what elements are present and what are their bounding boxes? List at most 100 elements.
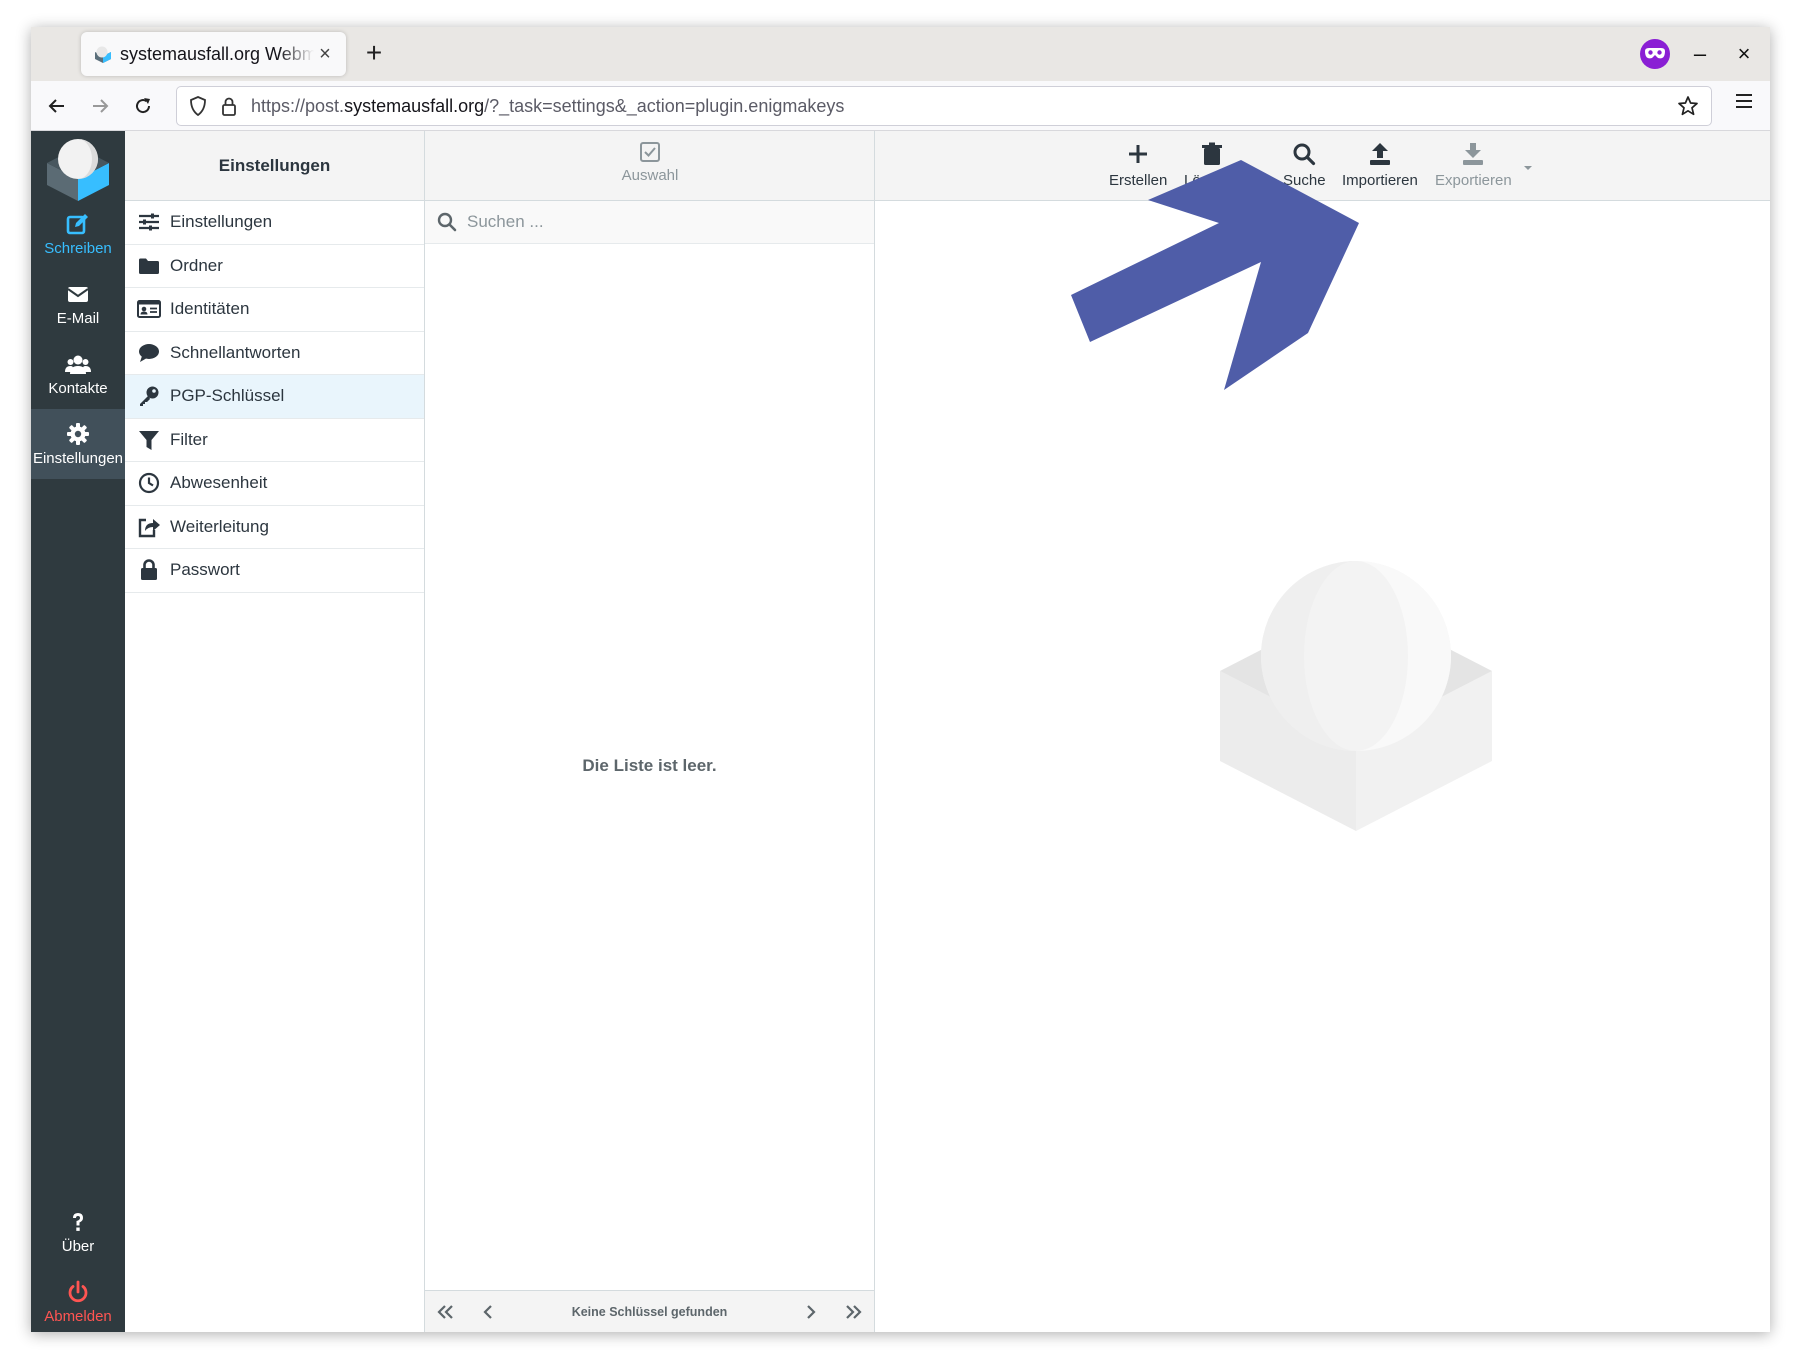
double-chevron-right-icon [846,1304,862,1319]
next-page-button[interactable] [790,1291,832,1333]
settings-item-label: Ordner [170,255,223,275]
forward-button[interactable] [84,90,116,122]
pagination-bar: Keine Schlüssel gefunden [425,1290,874,1332]
settings-item-responses[interactable]: Schnellantworten [125,332,424,375]
task-logout-label: Abmelden [44,1308,112,1325]
url-path: /?_task=settings&_action=plugin.enigmake… [484,95,845,116]
settings-item-password[interactable]: Passwort [125,549,424,593]
folder-icon [137,255,161,277]
close-window-button[interactable]: × [1730,41,1758,67]
arrow-right-icon [93,99,109,113]
private-browsing-mask-icon [1640,39,1670,69]
browser-tabbar: systemausfall.org Webmail × + – × [31,27,1770,81]
minimize-button[interactable]: – [1686,41,1714,67]
window-controls: – × [1640,37,1758,71]
keys-searchbar [425,201,874,244]
task-menu: Schreiben E-Mail Kontakte Einstellungen … [31,131,125,1332]
key-icon [137,385,161,407]
task-compose[interactable]: Schreiben [31,199,125,269]
export-dropdown-icon[interactable] [1522,164,1534,172]
reload-button[interactable] [127,90,159,122]
settings-item-label: Passwort [170,560,240,580]
id-card-icon [137,298,161,320]
settings-item-preferences[interactable]: Einstellungen [125,201,424,245]
settings-item-label: PGP-Schlüssel [170,386,285,406]
compose-icon [66,214,88,235]
settings-item-vacation[interactable]: Abwesenheit [125,462,424,506]
settings-sidebar: Einstellungen Einstellungen Ordner Ident… [125,131,425,1332]
url-bar[interactable]: https://post.systemausfall.org/?_task=se… [176,86,1712,126]
chevron-right-icon [807,1304,816,1319]
keys-list-header: Auswahl [425,131,874,201]
power-icon [68,1280,88,1303]
settings-item-forwarding[interactable]: Weiterleitung [125,506,424,549]
settings-item-label: Weiterleitung [170,516,269,536]
task-about[interactable]: Über [31,1197,125,1267]
settings-item-pgp-keys[interactable]: PGP-Schlüssel [125,375,424,419]
browser-tab[interactable]: systemausfall.org Webmail × [81,32,346,76]
filter-icon [137,429,161,451]
shield-icon [190,96,206,116]
new-tab-button[interactable]: + [357,37,391,71]
first-page-button[interactable] [425,1291,467,1333]
tab-close-icon[interactable]: × [314,43,336,66]
upload-icon [1369,143,1390,165]
reload-icon [136,98,151,114]
tab-title: systemausfall.org Webmail [120,43,314,64]
envelope-icon [67,287,89,302]
settings-item-label: Abwesenheit [170,473,268,493]
back-button[interactable] [41,90,73,122]
previous-page-button[interactable] [467,1291,509,1333]
download-icon [1463,143,1484,165]
task-mail-label: E-Mail [56,310,100,327]
task-contacts[interactable]: Kontakte [31,339,125,409]
export-key-label: Exportieren [1435,172,1512,189]
task-logout[interactable]: Abmelden [31,1267,125,1332]
select-button-label: Auswahl [621,167,679,184]
task-settings-label: Einstellungen [32,450,124,467]
last-page-button[interactable] [832,1291,874,1333]
settings-item-folders[interactable]: Ordner [125,245,424,288]
settings-list: Einstellungen Ordner Identitäten Schnell… [125,201,424,593]
key-count-label: Keine Schlüssel gefunden [571,1304,728,1319]
lock-icon [222,97,236,116]
gear-icon [67,423,89,445]
select-button[interactable]: Auswahl [609,141,691,184]
settings-item-filters[interactable]: Filter [125,419,424,462]
url-domain: systemausfall.org [344,95,485,116]
hamburger-menu-icon[interactable] [1734,92,1754,110]
comment-icon [137,342,161,364]
keys-search-input[interactable] [467,212,847,232]
task-about-label: Über [61,1238,95,1255]
arrow-left-icon [48,99,64,113]
keys-list-panel: Auswahl Die Liste ist leer. Keine Schlüs… [425,131,875,1332]
browser-window: systemausfall.org Webmail × + – × https:… [31,27,1770,1332]
task-compose-label: Schreiben [44,240,112,257]
double-chevron-left-icon [437,1304,453,1319]
settings-item-label: Schnellantworten [170,342,301,362]
share-icon [137,516,161,538]
annotation-arrow-icon [1071,160,1359,390]
chevron-left-icon [483,1304,492,1319]
roundcube-favicon-icon [95,46,111,63]
bookmark-star-icon[interactable] [1677,95,1699,117]
task-settings[interactable]: Einstellungen [31,409,125,479]
url-prefix: https://post. [251,95,345,116]
task-mail[interactable]: E-Mail [31,269,125,339]
roundcube-app: Schreiben E-Mail Kontakte Einstellungen … [31,131,1770,1332]
search-icon [437,212,457,232]
url-text[interactable]: https://post.systemausfall.org/?_task=se… [251,96,844,117]
settings-item-identities[interactable]: Identitäten [125,288,424,332]
export-key-button[interactable]: Exportieren [1435,141,1512,189]
settings-header: Einstellungen [125,131,424,201]
empty-list-message: Die Liste ist leer. [582,756,717,775]
question-icon [73,1213,83,1231]
users-icon [65,355,91,374]
roundcube-watermark-icon [1220,561,1492,831]
settings-item-label: Filter [170,429,208,449]
clock-icon [137,472,161,494]
checkbox-icon [640,142,660,162]
task-contacts-label: Kontakte [48,380,108,397]
settings-item-label: Identitäten [170,299,250,319]
settings-item-label: Einstellungen [170,212,273,232]
